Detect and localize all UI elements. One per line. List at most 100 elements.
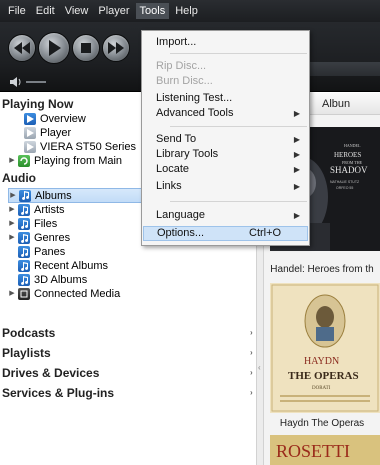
svg-text:HAYDN: HAYDN xyxy=(304,356,339,367)
menu-item-label: Locate xyxy=(156,163,190,175)
menu-item-import[interactable]: Import... xyxy=(143,35,308,50)
music-note-icon xyxy=(18,260,30,272)
menu-help[interactable]: Help xyxy=(171,3,202,19)
svg-text:SHADOV: SHADOV xyxy=(330,165,368,175)
tree-podcasts-label: Podcasts xyxy=(2,326,56,340)
album-caption-handel[interactable]: Handel: Heroes from th xyxy=(264,264,380,275)
music-note-icon xyxy=(18,246,30,258)
tree-item-label: Recent Albums xyxy=(34,260,108,272)
tree-item-label: Overview xyxy=(40,113,86,125)
menu-item-language[interactable]: Language ▶ xyxy=(143,208,308,223)
menu-bar: File Edit View Player Tools Help xyxy=(0,0,380,22)
connected-media-icon xyxy=(18,288,30,300)
menu-file[interactable]: File xyxy=(4,3,30,19)
expand-arrow-icon[interactable]: ▶ xyxy=(8,231,16,245)
menu-item-label: Burn Disc... xyxy=(156,75,213,87)
menu-item-listening-test[interactable]: Listening Test... xyxy=(143,91,308,106)
expand-arrow-icon[interactable]: ▶ xyxy=(8,203,16,217)
menu-item-send-to[interactable]: Send To ▶ xyxy=(143,132,308,147)
tree-item-files[interactable]: ▶ Files xyxy=(8,217,57,231)
previous-button[interactable] xyxy=(8,34,36,62)
stop-icon xyxy=(81,43,91,53)
tree-item-3d-albums[interactable]: 3D Albums xyxy=(18,273,87,287)
album-caption-haydn[interactable]: Haydn The Operas xyxy=(264,418,380,429)
menu-item-label: Listening Test... xyxy=(156,92,233,104)
music-note-icon xyxy=(18,218,30,230)
submenu-arrow-icon: › xyxy=(250,388,253,397)
menu-item-options[interactable]: Options... Ctrl+O xyxy=(143,226,308,241)
menu-separator xyxy=(170,126,307,127)
menu-item-burn-disc[interactable]: Burn Disc... xyxy=(143,74,308,89)
tree-audio[interactable]: Audio xyxy=(2,171,36,185)
tree-item-label: Connected Media xyxy=(34,288,121,300)
playing-from-main-icon xyxy=(18,155,30,167)
tree-playing-now-label: Playing Now xyxy=(2,97,74,111)
tree-item-label: Genres xyxy=(34,232,71,244)
collapse-arrow-icon[interactable]: ‹ xyxy=(258,363,261,372)
volume-slider[interactable] xyxy=(26,81,46,83)
submenu-arrow-icon: › xyxy=(250,328,253,337)
column-header-album[interactable]: Albun xyxy=(322,98,350,110)
menu-item-label: Language xyxy=(156,209,205,221)
submenu-arrow-icon: › xyxy=(250,348,253,357)
tree-drives-label: Drives & Devices xyxy=(2,366,100,380)
submenu-arrow-icon: ▶ xyxy=(293,211,300,220)
tree-item-viera[interactable]: VIERA ST50 Series xyxy=(24,140,136,154)
tree-item-player[interactable]: Player xyxy=(24,126,71,140)
tree-playlists[interactable]: Playlists › xyxy=(2,346,258,360)
menu-edit[interactable]: Edit xyxy=(32,3,59,19)
overview-icon xyxy=(24,113,36,125)
submenu-arrow-icon: ▶ xyxy=(293,182,300,191)
tree-item-label: Files xyxy=(34,218,58,230)
menu-item-library-tools[interactable]: Library Tools ▶ xyxy=(143,147,308,162)
menu-item-label: Links xyxy=(156,180,182,192)
menu-item-label: Rip Disc... xyxy=(156,60,207,72)
svg-text:DORATI: DORATI xyxy=(312,386,331,391)
tree-services-plugins[interactable]: Services & Plug-ins › xyxy=(2,386,258,400)
submenu-arrow-icon: ▶ xyxy=(293,135,300,144)
tree-item-artists[interactable]: ▶ Artists xyxy=(8,203,65,217)
expand-arrow-icon[interactable]: ▶ xyxy=(8,287,16,301)
next-button[interactable] xyxy=(102,34,130,62)
tree-podcasts[interactable]: Podcasts › xyxy=(2,326,258,340)
tree-services-label: Services & Plug-ins xyxy=(2,386,115,400)
submenu-arrow-icon: ▶ xyxy=(293,165,300,174)
tools-menu-dropdown: Import... Rip Disc... Burn Disc... Liste… xyxy=(141,30,310,246)
svg-text:NATHALIE STUTZ: NATHALIE STUTZ xyxy=(330,180,360,184)
menu-separator xyxy=(170,53,307,54)
tree-item-label: Albums xyxy=(35,189,72,202)
tree-item-playing-from-main[interactable]: ▶ Playing from Main xyxy=(8,154,122,168)
tree-item-overview[interactable]: Overview xyxy=(24,112,86,126)
menu-view[interactable]: View xyxy=(61,3,93,19)
menu-item-label: Library Tools xyxy=(156,148,219,160)
album-cover-haydn[interactable]: HAYDN THE OPERAS DORATI xyxy=(270,283,380,413)
tree-item-recent-albums[interactable]: Recent Albums xyxy=(18,259,108,273)
menu-player[interactable]: Player xyxy=(94,3,133,19)
tree-playing-now[interactable]: Playing Now xyxy=(2,97,73,111)
tree-item-label: 3D Albums xyxy=(34,274,88,286)
previous-icon xyxy=(14,42,30,54)
menu-tools[interactable]: Tools xyxy=(135,3,170,19)
tree-playlists-label: Playlists xyxy=(2,346,51,360)
stop-button[interactable] xyxy=(72,34,100,62)
menu-item-rip-disc[interactable]: Rip Disc... xyxy=(143,59,308,74)
expand-arrow-icon[interactable]: ▶ xyxy=(9,189,17,203)
menu-item-locate[interactable]: Locate ▶ xyxy=(143,162,308,177)
play-button[interactable] xyxy=(38,32,70,64)
menu-item-links[interactable]: Links ▶ xyxy=(143,179,308,194)
menu-item-shortcut: Ctrl+O xyxy=(249,227,282,239)
tree-item-label: Playing from Main xyxy=(34,155,123,167)
album-cover-rosetti[interactable]: ROSETTI xyxy=(270,435,380,465)
expand-arrow-icon[interactable]: ▶ xyxy=(8,154,16,168)
expand-arrow-icon[interactable]: ▶ xyxy=(8,217,16,231)
tree-item-label: Panes xyxy=(34,246,66,258)
menu-item-advanced-tools[interactable]: Advanced Tools ▶ xyxy=(143,106,308,121)
tree-item-connected-media[interactable]: ▶ Connected Media xyxy=(8,287,120,301)
speaker-icon xyxy=(10,77,21,87)
svg-text:HEROES: HEROES xyxy=(334,151,361,159)
tree-drives-devices[interactable]: Drives & Devices › xyxy=(2,366,258,380)
tree-item-genres[interactable]: ▶ Genres xyxy=(8,231,70,245)
svg-text:HANDEL: HANDEL xyxy=(344,143,361,148)
tree-audio-label: Audio xyxy=(2,171,36,185)
tree-item-panes[interactable]: Panes xyxy=(18,245,65,259)
